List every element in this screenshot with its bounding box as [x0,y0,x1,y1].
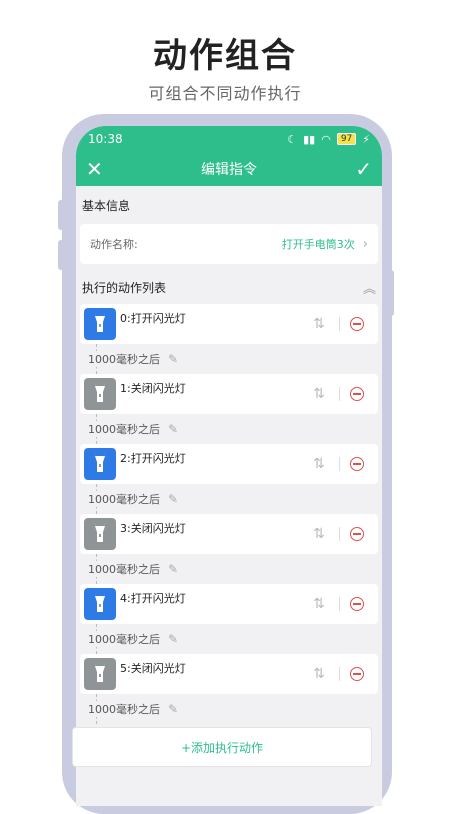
moon-icon: ☾ [287,132,298,146]
delay-label: 1000毫秒之后 [88,351,164,367]
page-title: 编辑指令 [201,162,257,178]
action-list-title: 执行的动作列表 [82,280,167,295]
phone-side-button [388,270,394,316]
wifi-icon: ◠ [321,132,331,146]
app-screen: 10:38 ☾ ▮▮ ◠ 97 ⚡ ✕ 编辑指令 ✓ 基本信息 动作名称: 打开… [76,126,382,806]
action-name-card[interactable]: 动作名称: 打开手电筒3次 › [80,224,378,264]
hero-subtitle: 可组合不同动作执行 [148,84,302,103]
edit-icon[interactable]: ✎ [168,492,178,506]
delay-label: 1000毫秒之后 [88,631,164,647]
sort-icon[interactable]: ⇅ [309,596,329,612]
action-list-header: 执行的动作列表 ︽ [76,270,382,304]
edit-icon[interactable]: ✎ [168,632,178,646]
divider [339,667,340,681]
action-name-row[interactable]: 动作名称: 打开手电筒3次 › [80,224,378,264]
chevron-right-icon: › [362,236,368,252]
action-list: 0:打开闪光灯 ⇅ 1000毫秒之后 ✎ 1:关闭闪光灯 ⇅ 1000毫秒之后 ✎ 2:打开闪光… [76,304,382,724]
flashlight-icon [84,448,116,480]
remove-icon[interactable] [350,667,364,681]
sort-icon[interactable]: ⇅ [309,666,329,682]
confirm-icon[interactable]: ✓ [348,157,372,181]
battery-icon: 97 [336,133,357,145]
remove-icon[interactable] [350,457,364,471]
hero-title: 动作组合 [153,36,297,76]
add-action-button[interactable]: +添加执行动作 [72,727,372,767]
close-icon[interactable]: ✕ [86,157,110,181]
remove-icon[interactable] [350,597,364,611]
delay-row[interactable]: 1000毫秒之后 ✎ [76,624,382,654]
action-name-value: 打开手电筒3次 [281,238,355,251]
remove-icon[interactable] [350,527,364,541]
signal-icon: ▮▮ [303,132,316,146]
phone-side-button [58,200,64,230]
sort-icon[interactable]: ⇅ [309,386,329,402]
action-item[interactable]: 0:打开闪光灯 ⇅ [80,304,378,344]
status-time: 10:38 [88,132,123,146]
action-name-label: 动作名称: [90,238,138,251]
delay-row[interactable]: 1000毫秒之后 ✎ [76,414,382,444]
action-label: 1:关闭闪光灯 [120,382,186,395]
action-label: 5:关闭闪光灯 [120,662,186,675]
delay-label: 1000毫秒之后 [88,491,164,507]
action-label: 0:打开闪光灯 [120,312,186,325]
action-item[interactable]: 4:打开闪光灯 ⇅ [80,584,378,624]
delay-label: 1000毫秒之后 [88,561,164,577]
delay-label: 1000毫秒之后 [88,421,164,437]
action-label: 2:打开闪光灯 [120,452,186,465]
delay-label: 1000毫秒之后 [88,701,164,717]
action-label: 4:打开闪光灯 [120,592,186,605]
delay-row[interactable]: 1000毫秒之后 ✎ [76,694,382,724]
divider [339,457,340,471]
collapse-icon[interactable]: ︽ [363,278,376,297]
sort-icon[interactable]: ⇅ [309,526,329,542]
sort-icon[interactable]: ⇅ [309,456,329,472]
action-label: 3:关闭闪光灯 [120,522,186,535]
flashlight-icon [84,308,116,340]
action-item[interactable]: 2:打开闪光灯 ⇅ [80,444,378,484]
divider [339,597,340,611]
delay-row[interactable]: 1000毫秒之后 ✎ [76,484,382,514]
flashlight-icon [84,588,116,620]
action-item[interactable]: 3:关闭闪光灯 ⇅ [80,514,378,554]
remove-icon[interactable] [350,317,364,331]
edit-icon[interactable]: ✎ [168,422,178,436]
action-item[interactable]: 5:关闭闪光灯 ⇅ [80,654,378,694]
divider [339,317,340,331]
app-bar: ✕ 编辑指令 ✓ [76,152,382,186]
edit-icon[interactable]: ✎ [168,562,178,576]
sort-icon[interactable]: ⇅ [309,316,329,332]
flashlight-icon [84,658,116,690]
delay-row[interactable]: 1000毫秒之后 ✎ [76,344,382,374]
divider [339,527,340,541]
status-bar: 10:38 ☾ ▮▮ ◠ 97 ⚡ [76,126,382,152]
divider [339,387,340,401]
phone-side-button [58,240,64,270]
basic-info-heading: 基本信息 [82,198,131,213]
charging-icon: ⚡ [362,132,370,146]
flashlight-icon [84,518,116,550]
action-item[interactable]: 1:关闭闪光灯 ⇅ [80,374,378,414]
edit-icon[interactable]: ✎ [168,702,178,716]
remove-icon[interactable] [350,387,364,401]
edit-icon[interactable]: ✎ [168,352,178,366]
delay-row[interactable]: 1000毫秒之后 ✎ [76,554,382,584]
flashlight-icon [84,378,116,410]
